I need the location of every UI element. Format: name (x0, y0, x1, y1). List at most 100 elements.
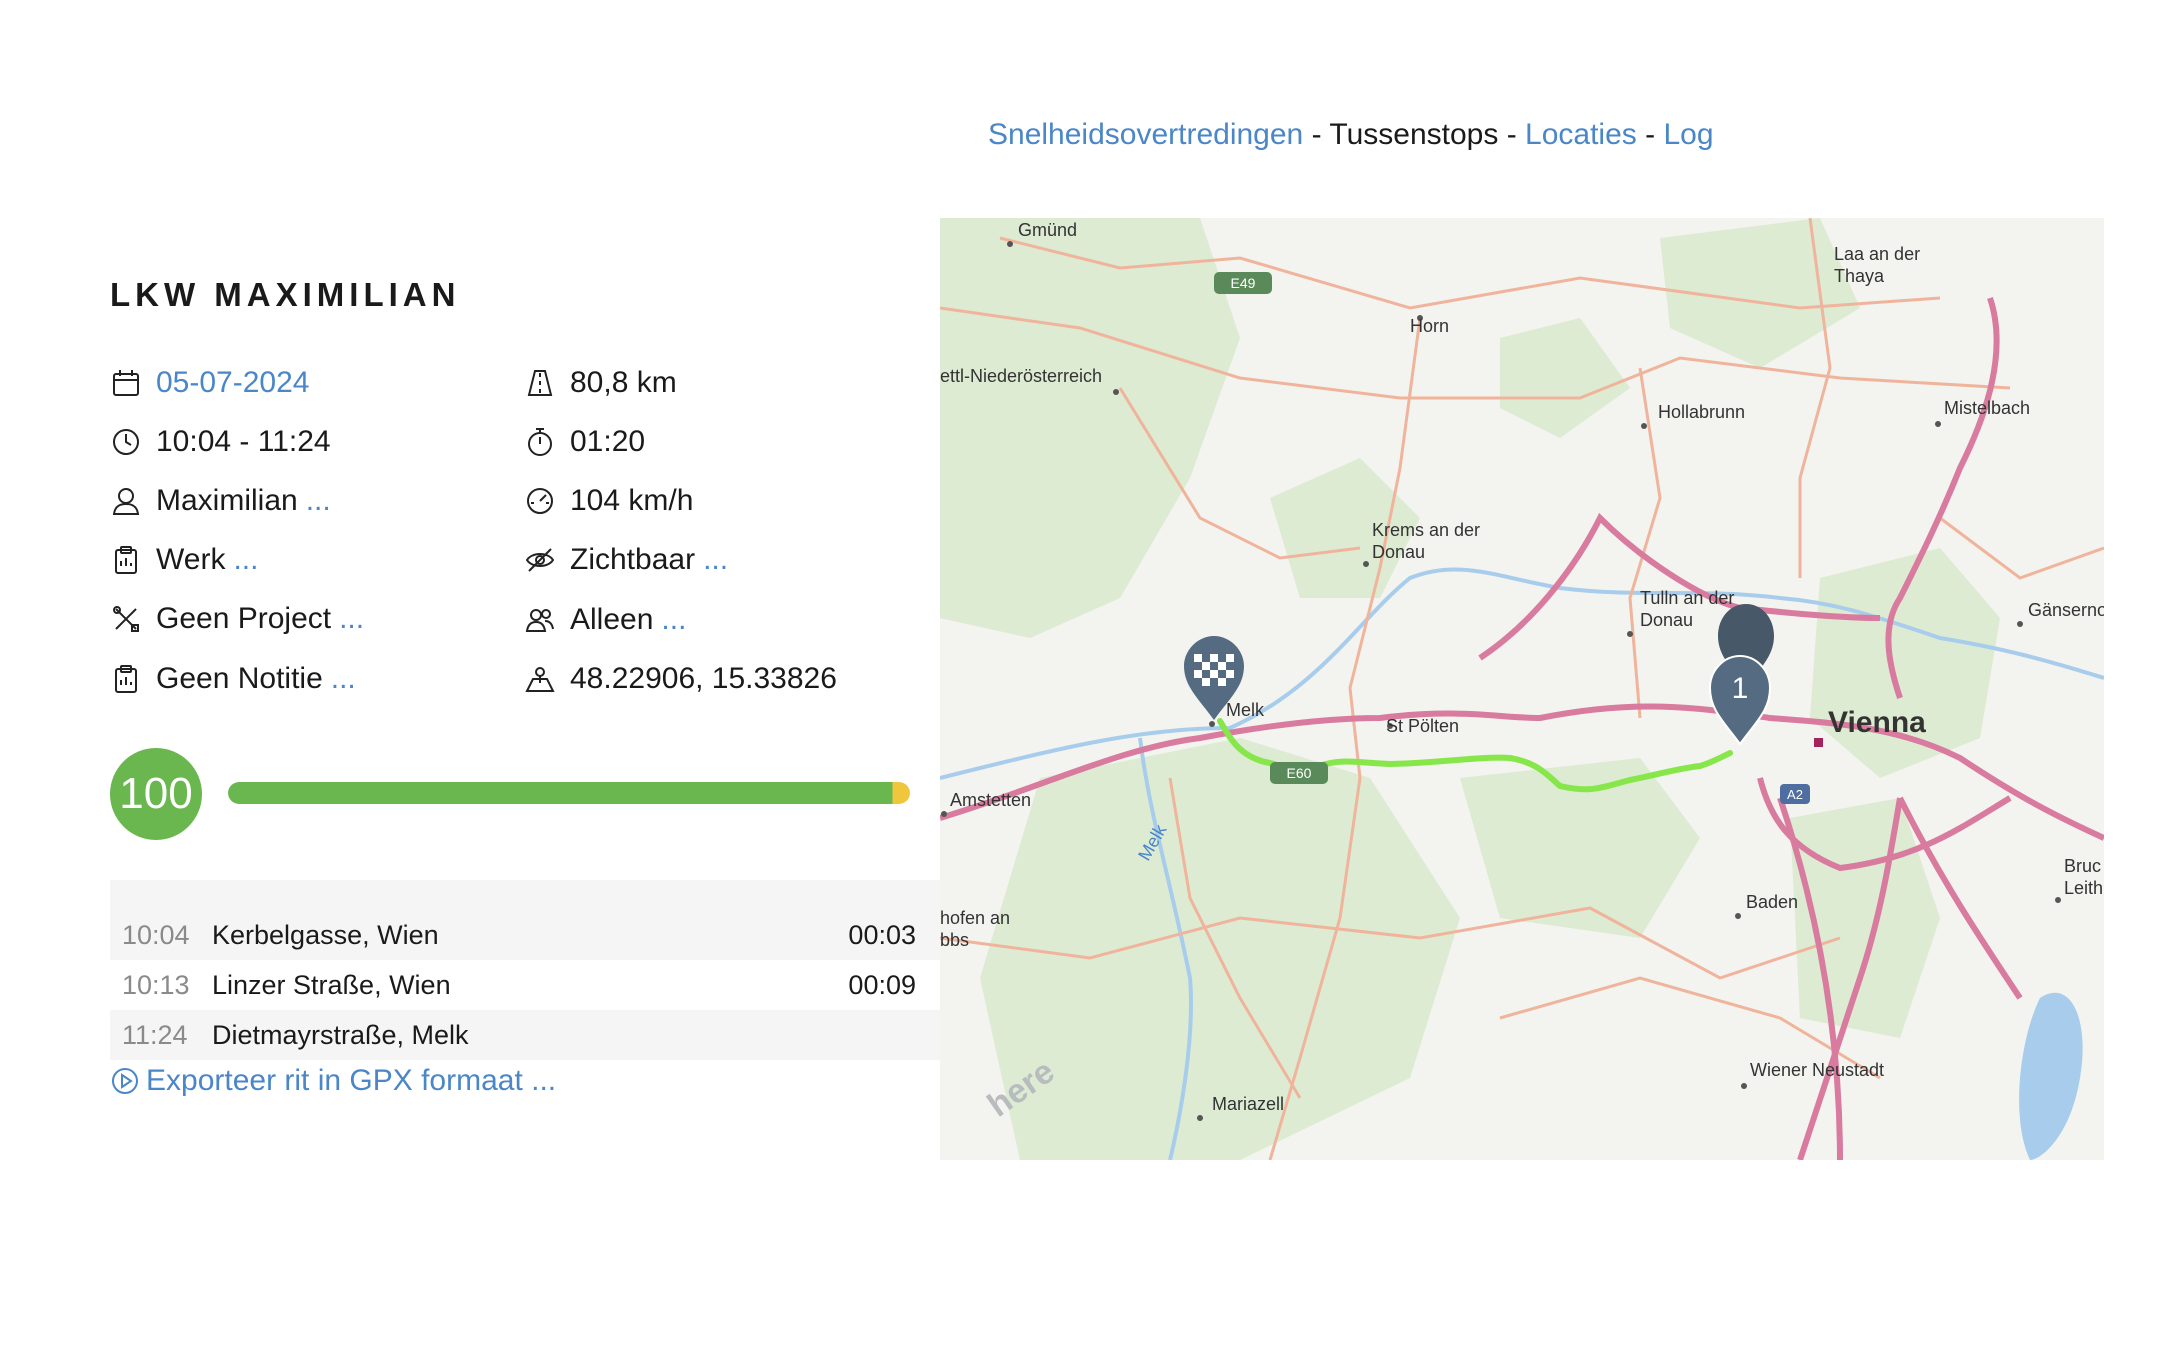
user-icon (110, 485, 142, 517)
coordinates-row: 48.22906, 15.33826 (524, 662, 837, 696)
driver-name: Maximilian (156, 484, 298, 517)
stop-address: Dietmayrstraße, Melk (212, 1019, 469, 1050)
play-circle-icon (110, 1066, 140, 1096)
stop-time: 10:13 (122, 969, 190, 1000)
map-label-gmund: Gmünd (1018, 220, 1077, 240)
stop-duration: 00:09 (848, 969, 916, 1000)
trip-date-link[interactable]: 05-07-2024 (156, 366, 309, 400)
map-label-bruck: Leith (2064, 878, 2103, 898)
map-label-hollabrunn: Hollabrunn (1658, 402, 1745, 422)
e49-road-shield: E49 (1214, 272, 1272, 294)
trip-score-bar-fill (228, 782, 910, 804)
tab-separator: - (1645, 118, 1656, 151)
tools-icon (110, 603, 142, 635)
trip-duration: 01:20 (570, 425, 646, 458)
stop-time: 11:24 (122, 1019, 188, 1050)
tab-speeding[interactable]: Snelheidsovertredingen (988, 118, 1303, 151)
trip-companions: Alleen (570, 603, 654, 636)
map-canvas[interactable]: E49 E60 A2 Gmünd Laa an der Thaya Horn e… (940, 218, 2104, 1160)
clipboard-note-icon (110, 663, 142, 695)
project-edit-link[interactable]: ... (339, 602, 364, 636)
export-gpx-label: Exporteer rit in GPX formaat ... (146, 1064, 557, 1097)
map-label-krems: Donau (1372, 542, 1425, 562)
map-pin-icon (524, 663, 556, 695)
trip-distance: 80,8 km (570, 366, 677, 399)
trip-visibility: Zichtbaar (570, 543, 696, 576)
map-label-laa: Laa an der (1834, 244, 1920, 264)
stopwatch-icon (524, 426, 556, 458)
map-label-vienna: Vienna (1828, 706, 1926, 739)
svg-text:E49: E49 (1231, 275, 1256, 291)
duration-row: 01:20 (524, 425, 645, 459)
export-gpx-link[interactable]: Exporteer rit in GPX formaat ... (110, 1064, 556, 1098)
trip-time-range: 10:04 - 11:24 (156, 425, 331, 458)
map-label-laa: Thaya (1834, 266, 1885, 286)
eye-slash-icon (524, 544, 556, 576)
stops-list: 10:04 Kerbelgasse, Wien 00:03 10:13 Linz… (110, 880, 940, 1060)
vehicle-title: LKW MAXIMILIAN (110, 276, 461, 313)
map-label-zwettl: ettl-Niederösterreich (940, 366, 1102, 386)
trip-date-row: 05-07-2024 (110, 366, 309, 400)
start-stop-marker[interactable]: 1 (1708, 604, 1774, 746)
map-label-amstetten: Amstetten (950, 790, 1031, 810)
stop-row[interactable]: 10:04 Kerbelgasse, Wien 00:03 (110, 910, 940, 960)
road-icon (524, 367, 556, 399)
users-icon (524, 604, 556, 636)
map-lake (2019, 992, 2083, 1160)
visibility-edit-link[interactable]: ... (703, 543, 728, 577)
stop-row[interactable]: 10:13 Linzer Straße, Wien 00:09 (110, 960, 940, 1010)
trip-coordinates: 48.22906, 15.33826 (570, 662, 837, 695)
stop-address: Kerbelgasse, Wien (212, 919, 439, 950)
map-label-waidhofen: hofen an (940, 908, 1010, 928)
svg-text:E60: E60 (1287, 765, 1312, 781)
map-label-mariazell: Mariazell (1212, 1094, 1284, 1114)
map-forest-areas (940, 218, 2000, 1160)
map-label-wiener-neustadt: Wiener Neustadt (1750, 1060, 1884, 1080)
note-edit-link[interactable]: ... (331, 662, 356, 696)
speedometer-icon (524, 485, 556, 517)
trip-category: Werk (156, 543, 226, 576)
map-label-tulln: Tulln an der (1640, 588, 1734, 608)
map-label-melk: Melk (1226, 700, 1265, 720)
note-row: Geen Notitie ... (110, 662, 356, 696)
category-edit-link[interactable]: ... (233, 543, 258, 577)
clipboard-icon (110, 544, 142, 576)
map-label-horn: Horn (1410, 316, 1449, 336)
companions-edit-link[interactable]: ... (661, 603, 686, 637)
stop-row[interactable]: 11:24 Dietmayrstraße, Melk (110, 1010, 940, 1060)
vienna-center-marker (1814, 738, 1823, 747)
clock-icon (110, 426, 142, 458)
category-row: Werk ... (110, 543, 258, 577)
trip-note: Geen Notitie (156, 662, 323, 695)
calendar-icon (110, 367, 142, 399)
trip-score-bar (228, 782, 910, 804)
stop-duration: 00:03 (848, 919, 916, 950)
tab-log[interactable]: Log (1663, 118, 1713, 151)
map-label-st-polten: St Pölten (1386, 716, 1459, 736)
map-label-tulln: Donau (1640, 610, 1693, 630)
driver-row: Maximilian ... (110, 484, 331, 518)
map-label-ganserndorf: Gänserno (2028, 600, 2104, 620)
a2-road-shield: A2 (1780, 784, 1810, 804)
tab-locations[interactable]: Locaties (1525, 118, 1637, 151)
distance-row: 80,8 km (524, 366, 677, 400)
stop-marker-number: 1 (1732, 672, 1749, 705)
speed-row: 104 km/h (524, 484, 693, 518)
tab-separator: - (1311, 118, 1322, 151)
stop-time: 10:04 (122, 919, 190, 950)
companions-row: Alleen ... (524, 603, 686, 637)
visibility-row: Zichtbaar ... (524, 543, 728, 577)
svg-text:A2: A2 (1787, 787, 1803, 802)
project-row: Geen Project ... (110, 602, 364, 636)
trip-tabs: Snelheidsovertredingen - Tussenstops - L… (988, 118, 1714, 152)
map-label-waidhofen: bbs (940, 930, 969, 950)
tab-stops[interactable]: Tussenstops (1329, 118, 1498, 151)
max-speed: 104 km/h (570, 484, 694, 517)
stop-address: Linzer Straße, Wien (212, 969, 451, 1000)
trip-time-row: 10:04 - 11:24 (110, 425, 331, 459)
driver-edit-link[interactable]: ... (306, 484, 331, 518)
map-label-krems: Krems an der (1372, 520, 1480, 540)
route-map[interactable]: E49 E60 A2 Gmünd Laa an der Thaya Horn e… (940, 218, 2104, 1160)
tab-separator: - (1506, 118, 1517, 151)
e60-road-shield: E60 (1270, 762, 1328, 784)
